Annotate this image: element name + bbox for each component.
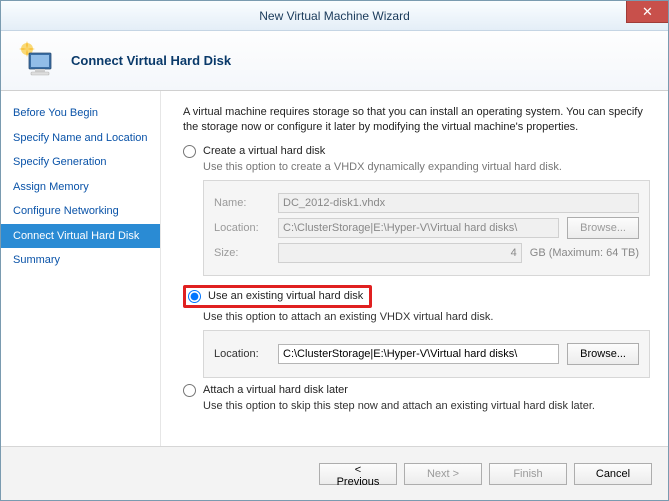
existing-browse-button[interactable]: Browse... <box>567 343 639 365</box>
main-panel: A virtual machine requires storage so th… <box>161 91 668 447</box>
create-form: Name: Location: Browse... Size: GB (Maxi… <box>203 180 650 276</box>
titlebar: New Virtual Machine Wizard ✕ <box>1 1 668 31</box>
close-button[interactable]: ✕ <box>626 1 668 23</box>
vm-icon <box>15 39 59 83</box>
sidebar-item-specify-name[interactable]: Specify Name and Location <box>1 126 160 151</box>
option-create-label: Create a virtual hard disk <box>203 145 325 157</box>
create-name-input <box>278 193 639 213</box>
cancel-button[interactable]: Cancel <box>574 463 652 485</box>
finish-button: Finish <box>489 463 567 485</box>
sidebar-item-before-you-begin[interactable]: Before You Begin <box>1 101 160 126</box>
sidebar-item-configure-networking[interactable]: Configure Networking <box>1 199 160 224</box>
existing-location-label: Location: <box>214 348 270 360</box>
intro-text: A virtual machine requires storage so th… <box>183 105 650 135</box>
sidebar-item-specify-generation[interactable]: Specify Generation <box>1 150 160 175</box>
radio-existing[interactable] <box>188 290 201 303</box>
option-later[interactable]: Attach a virtual hard disk later <box>183 384 650 397</box>
wizard-footer: < Previous Next > Finish Cancel <box>1 446 668 500</box>
sidebar-item-connect-vhd[interactable]: Connect Virtual Hard Disk <box>1 224 160 249</box>
option-existing[interactable]: Use an existing virtual hard disk <box>188 290 363 303</box>
option-create[interactable]: Create a virtual hard disk <box>183 145 650 158</box>
previous-button[interactable]: < Previous <box>319 463 397 485</box>
create-size-label: Size: <box>214 247 270 259</box>
existing-location-input[interactable] <box>278 344 559 364</box>
sidebar-item-summary[interactable]: Summary <box>1 248 160 273</box>
option-create-desc: Use this option to create a VHDX dynamic… <box>203 161 650 173</box>
option-later-desc: Use this option to skip this step now an… <box>203 400 650 412</box>
wizard-window: New Virtual Machine Wizard ✕ Connect Vir… <box>0 0 669 501</box>
window-title: New Virtual Machine Wizard <box>259 9 410 23</box>
sidebar-item-assign-memory[interactable]: Assign Memory <box>1 175 160 200</box>
page-title: Connect Virtual Hard Disk <box>71 53 231 68</box>
existing-form: Location: Browse... <box>203 330 650 378</box>
create-name-label: Name: <box>214 197 270 209</box>
next-button: Next > <box>404 463 482 485</box>
create-location-input <box>278 218 559 238</box>
option-existing-desc: Use this option to attach an existing VH… <box>203 311 650 323</box>
highlight-box: Use an existing virtual hard disk <box>183 285 372 308</box>
create-browse-button: Browse... <box>567 217 639 239</box>
create-size-unit: GB (Maximum: 64 TB) <box>530 247 639 259</box>
create-size-input <box>278 243 522 263</box>
create-location-label: Location: <box>214 222 270 234</box>
wizard-sidebar: Before You Begin Specify Name and Locati… <box>1 91 161 447</box>
option-existing-label: Use an existing virtual hard disk <box>208 290 363 302</box>
radio-create[interactable] <box>183 145 196 158</box>
option-later-label: Attach a virtual hard disk later <box>203 384 348 396</box>
wizard-header: Connect Virtual Hard Disk <box>1 31 668 91</box>
radio-later[interactable] <box>183 384 196 397</box>
close-icon: ✕ <box>642 5 653 18</box>
